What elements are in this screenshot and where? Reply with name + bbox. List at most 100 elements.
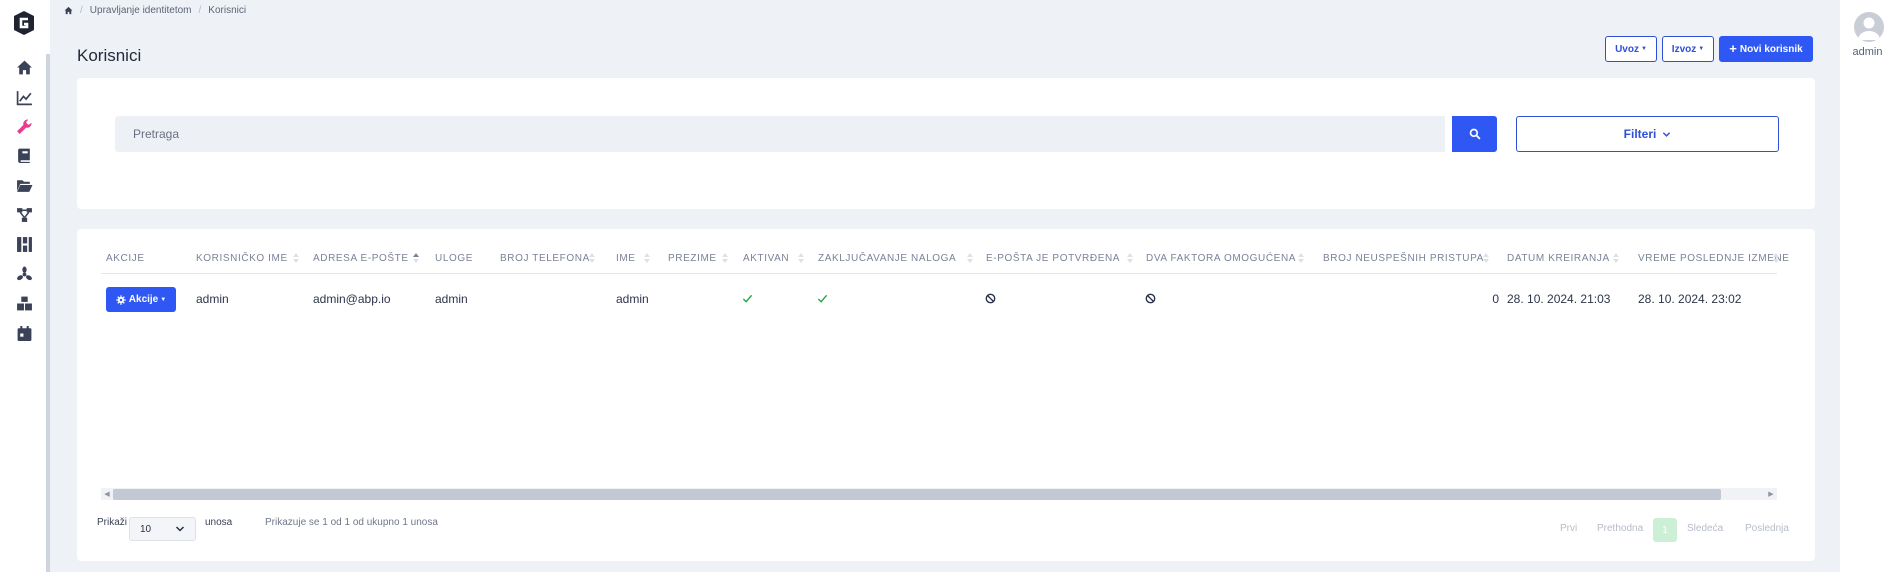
folder-open-icon[interactable] bbox=[16, 177, 33, 194]
column-header-label: Ime bbox=[616, 253, 636, 264]
sort-icon bbox=[1613, 253, 1619, 263]
app-logo[interactable] bbox=[11, 10, 37, 36]
search-icon bbox=[1469, 128, 1481, 140]
wrench-icon[interactable] bbox=[16, 118, 33, 135]
avatar[interactable] bbox=[1854, 12, 1884, 42]
home-icon[interactable] bbox=[16, 59, 33, 76]
sort-icon bbox=[1127, 253, 1133, 263]
caret-down-icon: ▼ bbox=[160, 296, 167, 303]
cell-roles: admin bbox=[435, 292, 468, 306]
column-header-label: Korisničko ime bbox=[196, 253, 288, 264]
import-button-label: Uvoz bbox=[1615, 43, 1639, 55]
column-header-created[interactable]: Datum kreiranja bbox=[1507, 253, 1619, 264]
user-panel: admin bbox=[1840, 0, 1895, 572]
breadcrumb-separator: / bbox=[80, 4, 83, 16]
column-header-roles: Uloge bbox=[435, 253, 474, 264]
breadcrumb-separator: / bbox=[198, 4, 202, 16]
chart-line-icon[interactable] bbox=[16, 89, 33, 106]
column-header-failed-attempts[interactable]: Broj neuspešnih pristupa bbox=[1323, 253, 1489, 264]
grid-icon[interactable] bbox=[16, 236, 33, 253]
caret-down-icon: ▼ bbox=[1698, 46, 1705, 52]
fan-icon[interactable] bbox=[16, 266, 33, 283]
row-actions-button[interactable]: Akcije ▼ bbox=[106, 287, 176, 312]
sort-icon bbox=[798, 253, 804, 263]
column-header-label: Datum kreiranja bbox=[1507, 253, 1610, 264]
sort-icon bbox=[1483, 253, 1489, 263]
ban-icon bbox=[985, 293, 996, 304]
new-user-button-label: Novi korisnik bbox=[1739, 43, 1803, 55]
filters-button-label: Filteri bbox=[1623, 127, 1657, 141]
sort-icon bbox=[293, 253, 299, 263]
column-header-active[interactable]: Aktivan bbox=[743, 253, 804, 264]
gear-icon bbox=[116, 294, 126, 305]
column-header-surname[interactable]: Prezime bbox=[668, 253, 728, 264]
scrollbar-thumb[interactable] bbox=[113, 489, 1721, 500]
export-button-label: Izvoz bbox=[1671, 43, 1697, 55]
search-card: Filteri bbox=[77, 78, 1815, 209]
home-icon[interactable] bbox=[64, 6, 73, 15]
cell-name: admin bbox=[616, 292, 649, 306]
column-header-label: Broj telefona bbox=[500, 253, 590, 264]
boxes-icon[interactable] bbox=[16, 295, 33, 312]
search-input[interactable] bbox=[115, 116, 1445, 152]
column-header-username[interactable]: Korisničko ime bbox=[196, 253, 299, 264]
column-header-modified[interactable]: Vreme poslednje izmene bbox=[1638, 253, 1790, 264]
calendar-icon[interactable] bbox=[16, 325, 33, 342]
cell-modified: 28. 10. 2024. 23:02 bbox=[1638, 292, 1742, 306]
column-header-name[interactable]: Ime bbox=[616, 253, 650, 264]
users-table-card: Akcije Korisničko ime Adresa e-pošte Ulo… bbox=[77, 229, 1815, 561]
network-icon[interactable] bbox=[16, 206, 33, 223]
horizontal-scrollbar[interactable]: ◀ ▶ bbox=[101, 488, 1777, 500]
table-info: Prikazuje se 1 od 1 od ukupno 1 unosa bbox=[265, 517, 438, 528]
pagination-previous[interactable]: Prethodna bbox=[1597, 523, 1643, 534]
plus-icon: + bbox=[1729, 41, 1737, 56]
book-icon[interactable] bbox=[16, 147, 33, 164]
entries-label: unosa bbox=[205, 517, 233, 528]
filters-button[interactable]: Filteri bbox=[1516, 116, 1779, 152]
scroll-right-icon[interactable]: ▶ bbox=[1765, 488, 1777, 500]
scroll-left-icon[interactable]: ◀ bbox=[101, 488, 113, 500]
column-header-email[interactable]: Adresa e-pošte bbox=[313, 253, 419, 264]
breadcrumb: / Upravljanje identitetom / Korisnici bbox=[64, 3, 246, 17]
sort-icon bbox=[1773, 253, 1779, 263]
sort-icon bbox=[1298, 253, 1304, 263]
sidebar-scrollbar[interactable] bbox=[46, 54, 50, 572]
pagination-first[interactable]: Prvi bbox=[1560, 523, 1577, 534]
breadcrumb-item-identity[interactable]: Upravljanje identitetom bbox=[90, 5, 192, 16]
sort-ascending-icon bbox=[413, 253, 419, 263]
column-header-two-factor[interactable]: Dva faktora omogućena bbox=[1146, 253, 1304, 264]
chevron-down-icon bbox=[175, 526, 185, 532]
pagination-page-current[interactable]: 1 bbox=[1653, 518, 1677, 542]
sort-icon bbox=[589, 253, 595, 263]
new-user-button[interactable]: + Novi korisnik bbox=[1719, 36, 1813, 62]
row-actions-label: Akcije bbox=[128, 294, 159, 305]
export-button[interactable]: Izvoz ▼ bbox=[1662, 36, 1714, 62]
check-icon bbox=[742, 294, 753, 303]
cell-failed-attempts: 0 bbox=[1492, 292, 1499, 306]
table-header-divider bbox=[101, 273, 1777, 274]
column-header-phone[interactable]: Broj telefona bbox=[500, 253, 595, 264]
cell-username: admin bbox=[196, 292, 229, 306]
column-header-email-confirmed[interactable]: E-pošta je potvrđena bbox=[986, 253, 1133, 264]
breadcrumb-item-users: Korisnici bbox=[208, 4, 247, 16]
pagination-last[interactable]: Poslednja bbox=[1745, 523, 1789, 534]
column-header-label: Zaključavanje naloga bbox=[818, 253, 957, 264]
sort-icon bbox=[722, 253, 728, 263]
sort-icon bbox=[967, 253, 973, 263]
pagination-next[interactable]: Sledeća bbox=[1687, 523, 1723, 534]
user-name[interactable]: admin bbox=[1840, 46, 1895, 58]
column-header-lockout[interactable]: Zaključavanje naloga bbox=[818, 253, 973, 264]
column-header-label: Prezime bbox=[668, 253, 717, 264]
column-header-label: Adresa e-pošte bbox=[313, 253, 409, 264]
page-size-value: 10 bbox=[140, 523, 152, 535]
column-header-actions: Akcije bbox=[106, 253, 145, 264]
page-title: Korisnici bbox=[77, 46, 142, 65]
import-button[interactable]: Uvoz ▼ bbox=[1605, 36, 1657, 62]
page-size-select[interactable]: 10 bbox=[129, 517, 196, 541]
search-button[interactable] bbox=[1452, 116, 1497, 152]
column-header-label: Broj neuspešnih pristupa bbox=[1323, 253, 1484, 264]
column-header-label: Dva faktora omogućena bbox=[1146, 253, 1297, 264]
user-icon bbox=[1858, 17, 1880, 40]
cell-email: admin@abp.io bbox=[313, 292, 391, 306]
chevron-down-icon bbox=[1663, 131, 1671, 137]
